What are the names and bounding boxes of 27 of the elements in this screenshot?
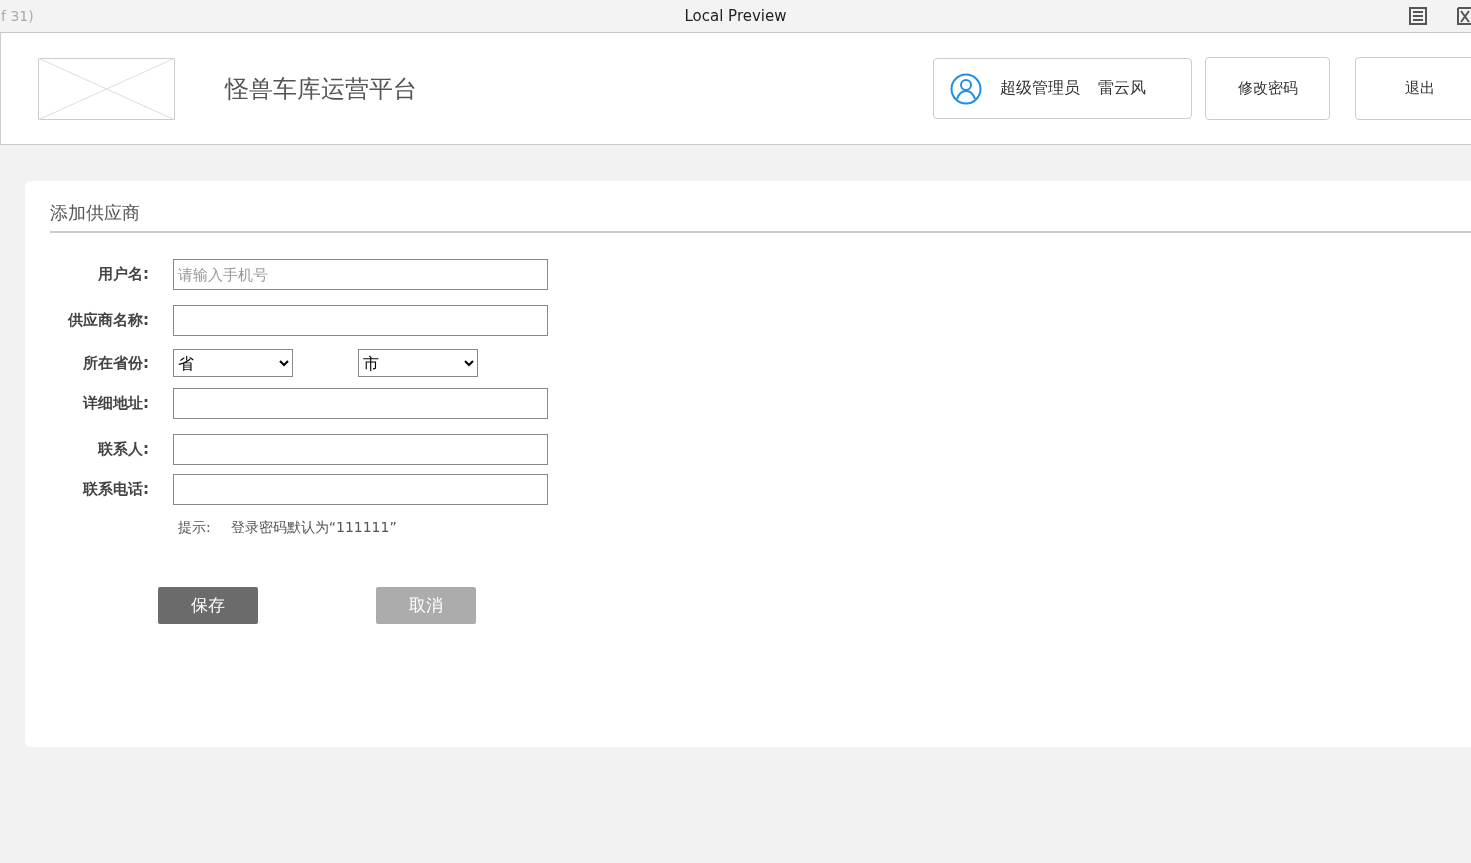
text-field[interactable] [173,434,548,465]
field-label: 用户名: [97,265,149,284]
page-counter: f 31) [0,8,34,24]
close-icon[interactable] [1457,7,1471,25]
text-field[interactable] [173,305,548,336]
window-title: Local Preview [684,7,787,25]
text-field[interactable]: 请输入手机号 [173,259,548,290]
hint-label: 提示: [178,519,211,537]
dropdown[interactable]: 省 [173,349,293,377]
save-button[interactable]: 保存 [158,587,258,624]
user-name: 雷云风 [1098,78,1146,99]
field-label: 联系人: [97,440,149,459]
field-label: 详细地址: [81,394,149,413]
dropdown[interactable]: 市 [358,349,478,377]
user-icon [950,72,982,105]
document-icon[interactable] [1409,7,1427,25]
header-button[interactable]: 修改密码 [1205,57,1330,120]
hint-text: 登录密码默认为“111111” [230,519,397,537]
text-field[interactable] [173,474,548,505]
form-title: 添加供应商 [50,201,140,225]
field-label: 供应商名称: [66,311,149,330]
text-field[interactable] [173,388,548,419]
user-role: 超级管理员 [1000,78,1080,99]
app-title: 怪兽车库运营平台 [225,73,417,105]
field-label: 所在省份: [82,353,149,373]
field-label: 联系电话: [82,480,149,499]
header-button[interactable]: 退出 [1355,57,1471,120]
